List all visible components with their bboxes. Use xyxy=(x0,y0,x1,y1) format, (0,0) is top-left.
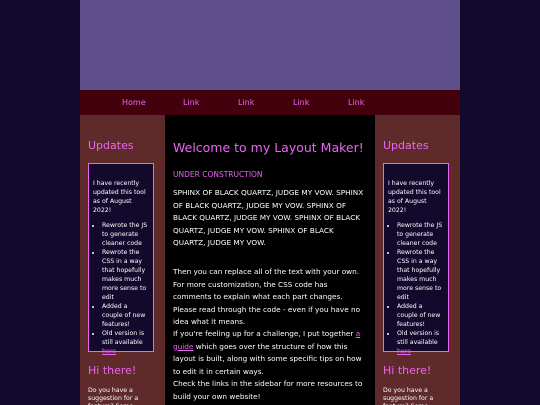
updates-intro: I have recently updated this tool as of … xyxy=(388,180,441,214)
para-guide-after: which goes over the structure of how thi… xyxy=(173,341,362,376)
page: Home Link Link Link Link Updates I have … xyxy=(80,0,460,405)
list-item: Rewrote the JS to generate cleaner code xyxy=(102,221,149,248)
list-item: Rewrote the CSS in a way that hopefully … xyxy=(102,248,149,302)
right-sidebar: Updates I have recently updated this too… xyxy=(375,115,460,405)
sidebar-title-updates: Updates xyxy=(383,139,429,152)
nav-link-1[interactable]: Link xyxy=(183,98,199,107)
old-version-link[interactable]: here xyxy=(102,348,116,355)
page-title: Welcome to my Layout Maker! xyxy=(173,140,364,155)
list-item: Rewrote the CSS in a way that hopefully … xyxy=(397,248,444,302)
updates-box: I have recently updated this tool as of … xyxy=(88,163,154,355)
sidebar-hi-text: Do you have a suggestion for a feature? … xyxy=(88,387,139,405)
status-label: UNDER CONSTRUCTION xyxy=(173,170,263,179)
nav-link-home[interactable]: Home xyxy=(122,98,146,107)
para-pangram: SPHINX OF BLACK QUARTZ, JUDGE MY VOW. SP… xyxy=(173,188,364,247)
list-item: Old version is still available here xyxy=(397,329,444,356)
updates-intro: I have recently updated this tool as of … xyxy=(93,180,146,214)
sidebar-title-updates: Updates xyxy=(88,139,134,152)
list-item: Rewrote the JS to generate cleaner code xyxy=(397,221,444,248)
para-customization: Then you can replace all of the text wit… xyxy=(173,267,361,326)
old-version-link[interactable]: here xyxy=(397,348,411,355)
main-content: Welcome to my Layout Maker! UNDER CONSTR… xyxy=(165,115,375,405)
nav-link-3[interactable]: Link xyxy=(293,98,309,107)
updates-list: Rewrote the JS to generate cleaner code … xyxy=(93,221,149,356)
list-item: Added a couple of new features! xyxy=(102,302,149,329)
nav-bar: Home Link Link Link Link xyxy=(80,90,460,115)
para-sidebar-links: Check the links in the sidebar for more … xyxy=(173,379,363,401)
list-item: Added a couple of new features! xyxy=(397,302,444,329)
nav-link-4[interactable]: Link xyxy=(348,98,364,107)
sidebar-hi-text: Do you have a suggestion for a feature? … xyxy=(383,387,434,405)
list-item: Old version is still available here xyxy=(102,329,149,356)
sidebar-title-hi: Hi there! xyxy=(88,364,137,377)
left-sidebar: Updates I have recently updated this too… xyxy=(80,115,165,405)
old-version-text: Old version is still available xyxy=(102,330,145,346)
updates-box: I have recently updated this tool as of … xyxy=(383,163,449,355)
header-banner xyxy=(80,0,460,90)
old-version-text: Old version is still available xyxy=(397,330,440,346)
updates-list: Rewrote the JS to generate cleaner code … xyxy=(388,221,444,356)
para-guide: If you're feeling up for a challenge, I … xyxy=(173,328,368,378)
sidebar-title-hi: Hi there! xyxy=(383,364,432,377)
nav-link-2[interactable]: Link xyxy=(238,98,254,107)
para-guide-before: If you're feeling up for a challenge, I … xyxy=(173,329,354,338)
